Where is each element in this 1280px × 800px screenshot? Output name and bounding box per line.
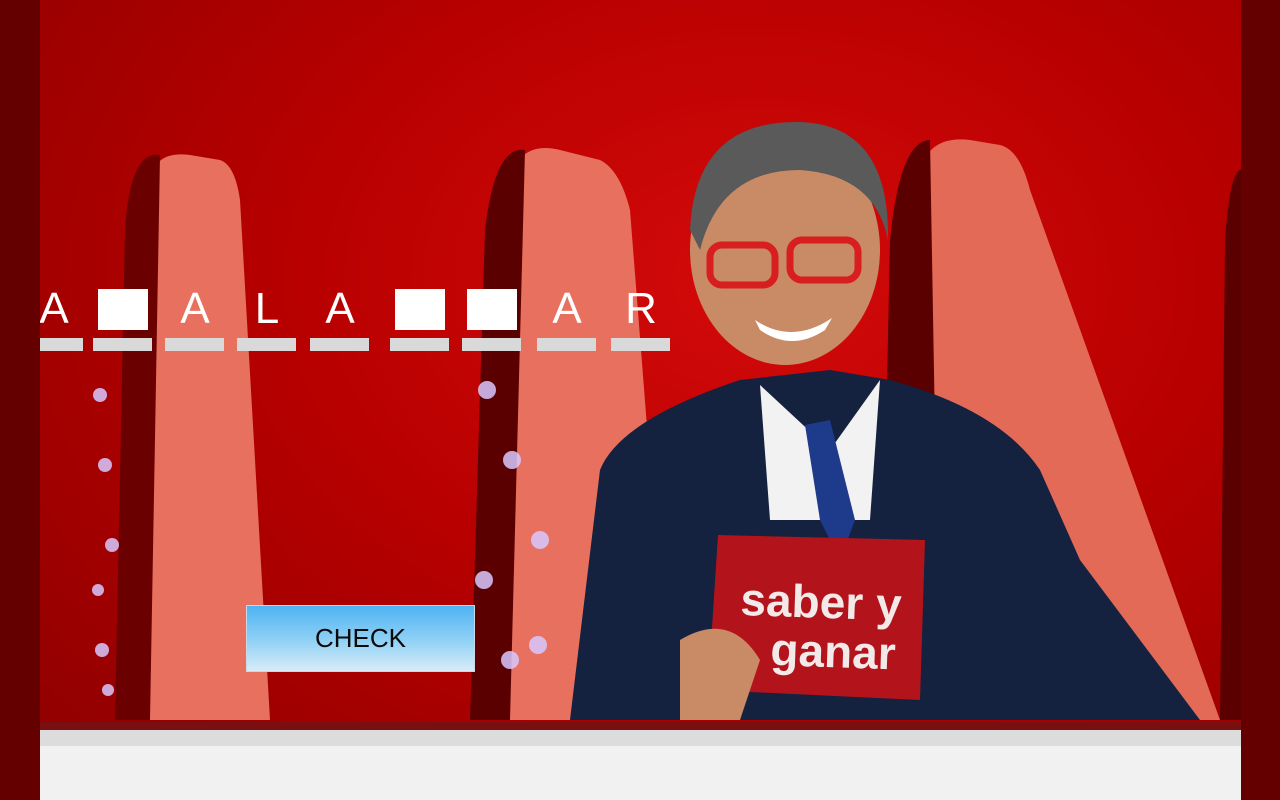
slot-letter: A bbox=[180, 284, 210, 333]
slot-letter: R bbox=[625, 284, 657, 333]
game-stage: saber y ganar A A L A A R bbox=[40, 0, 1241, 800]
slot-letter: A bbox=[40, 284, 69, 333]
letter-slot: L bbox=[237, 283, 297, 351]
letter-slot-blank[interactable] bbox=[462, 283, 522, 351]
slot-underline bbox=[310, 338, 369, 351]
slot-letter: L bbox=[254, 284, 280, 333]
card-text-line1: saber y bbox=[740, 573, 903, 631]
slot-underline bbox=[462, 338, 521, 351]
letter-slot: A bbox=[537, 283, 597, 351]
slot-letter: A bbox=[325, 284, 355, 333]
slot-underline bbox=[390, 338, 449, 351]
tv-set-background: saber y ganar bbox=[40, 121, 1241, 800]
card-text-line2: ganar bbox=[770, 623, 897, 679]
right-margin bbox=[1241, 0, 1280, 800]
letter-slot: A bbox=[165, 283, 225, 351]
letter-slot: A bbox=[310, 283, 370, 351]
slot-underline bbox=[40, 338, 83, 351]
letter-slot: R bbox=[611, 283, 671, 351]
left-margin bbox=[0, 0, 40, 800]
slot-underline bbox=[537, 338, 596, 351]
slot-underline bbox=[611, 338, 670, 351]
blank-letter-box[interactable] bbox=[467, 289, 517, 330]
letter-slot: A bbox=[40, 283, 84, 351]
check-button[interactable]: CHECK bbox=[246, 605, 475, 672]
letter-slot-blank[interactable] bbox=[93, 283, 153, 351]
blank-letter-box[interactable] bbox=[98, 289, 148, 330]
saber-y-ganar-card: saber y ganar bbox=[680, 535, 925, 720]
slot-underline bbox=[93, 338, 152, 351]
slot-letter: A bbox=[552, 284, 582, 333]
letter-slot-blank[interactable] bbox=[390, 283, 450, 351]
blank-letter-box[interactable] bbox=[395, 289, 445, 330]
slot-underline bbox=[165, 338, 224, 351]
host-desk bbox=[40, 722, 1241, 800]
slot-underline bbox=[237, 338, 296, 351]
